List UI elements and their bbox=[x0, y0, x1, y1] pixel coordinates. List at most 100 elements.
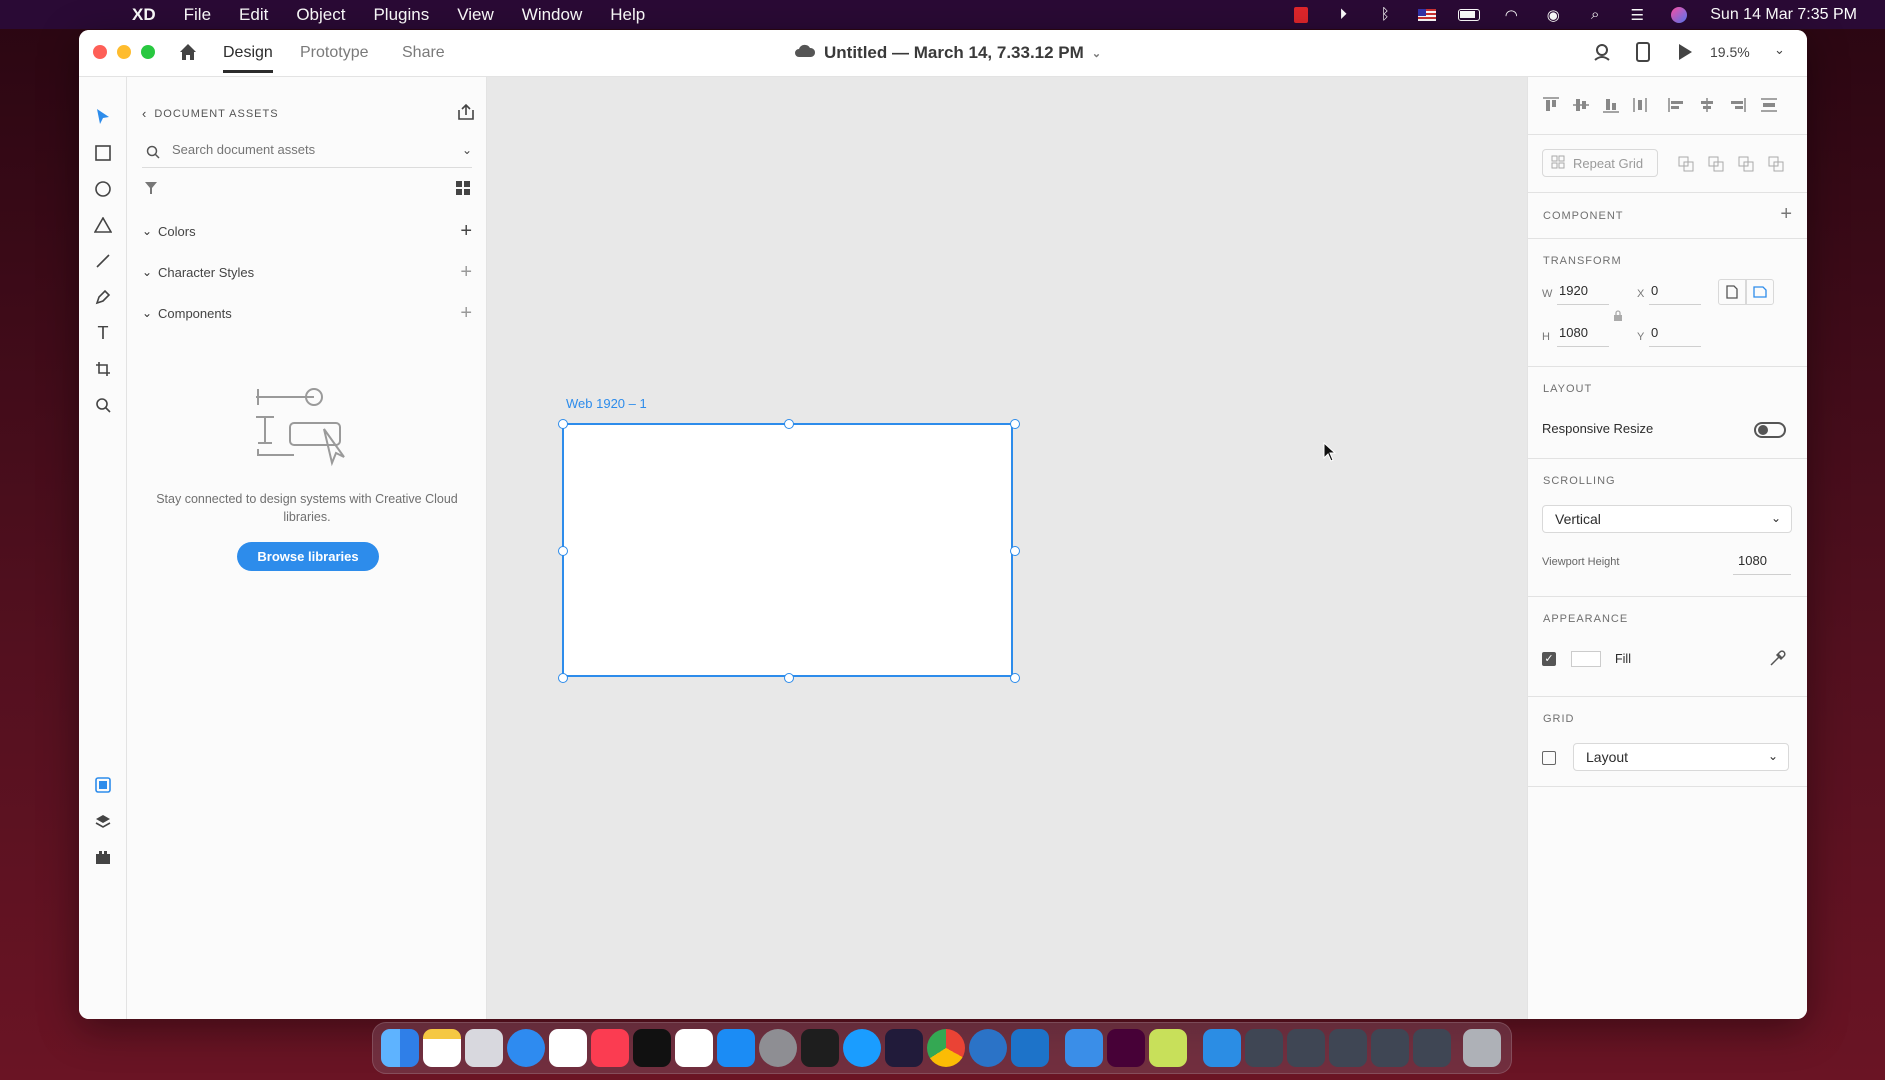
window-thumbnail-icon[interactable] bbox=[1413, 1029, 1451, 1067]
siri-icon[interactable] bbox=[1668, 6, 1690, 24]
play-circle-icon[interactable]: ⏵ bbox=[1332, 6, 1354, 24]
zoom-level[interactable]: 19.5% bbox=[1710, 44, 1750, 60]
search-field[interactable]: ⌄ bbox=[142, 140, 472, 168]
chrome-icon[interactable] bbox=[927, 1029, 965, 1067]
polygon-tool-icon[interactable] bbox=[91, 213, 115, 237]
design-canvas[interactable]: Web 1920 – 1 bbox=[487, 77, 1527, 1019]
artboard[interactable] bbox=[558, 419, 1020, 683]
grid-checkbox[interactable] bbox=[1542, 751, 1556, 765]
search-input[interactable] bbox=[172, 142, 432, 157]
document-assets-icon[interactable] bbox=[91, 773, 115, 797]
align-right-icon[interactable] bbox=[1728, 97, 1746, 116]
trash-icon[interactable] bbox=[1463, 1029, 1501, 1067]
text-tool-icon[interactable]: T bbox=[91, 321, 115, 345]
phpstorm-icon[interactable] bbox=[885, 1029, 923, 1067]
menu-object[interactable]: Object bbox=[296, 5, 345, 25]
flag-icon[interactable] bbox=[1416, 6, 1438, 24]
record-icon[interactable] bbox=[1290, 6, 1312, 24]
align-top-icon[interactable] bbox=[1542, 97, 1560, 116]
maximize-button[interactable] bbox=[141, 45, 155, 59]
minimize-button[interactable] bbox=[117, 45, 131, 59]
skype-icon[interactable] bbox=[843, 1029, 881, 1067]
safari-icon[interactable] bbox=[507, 1029, 545, 1067]
apple-tv-icon[interactable] bbox=[633, 1029, 671, 1067]
menu-clock[interactable]: Sun 14 Mar 7:35 PM bbox=[1710, 6, 1857, 24]
rectangle-tool-icon[interactable] bbox=[91, 141, 115, 165]
wifi-icon[interactable]: ◠ bbox=[1500, 6, 1522, 24]
user-circle-icon[interactable]: ◉ bbox=[1542, 6, 1564, 24]
app-store-icon[interactable] bbox=[717, 1029, 755, 1067]
back-chevron-icon[interactable]: ‹ bbox=[142, 106, 146, 121]
close-button[interactable] bbox=[93, 45, 107, 59]
resize-handle[interactable] bbox=[784, 419, 794, 429]
thunderbird-icon[interactable] bbox=[969, 1029, 1007, 1067]
resize-handle[interactable] bbox=[558, 546, 568, 556]
menu-window[interactable]: Window bbox=[522, 5, 582, 25]
menu-file[interactable]: File bbox=[184, 5, 211, 25]
menu-edit[interactable]: Edit bbox=[239, 5, 268, 25]
resize-handle[interactable] bbox=[558, 673, 568, 683]
align-left-icon[interactable] bbox=[1668, 97, 1686, 116]
search-icon[interactable]: ⌕ bbox=[1584, 6, 1606, 24]
boolean-add-icon[interactable] bbox=[1678, 156, 1694, 175]
line-tool-icon[interactable] bbox=[91, 249, 115, 273]
window-thumbnail-icon[interactable] bbox=[1371, 1029, 1409, 1067]
bluetooth-icon[interactable]: ᛒ bbox=[1374, 6, 1396, 24]
play-preview-icon[interactable] bbox=[1676, 42, 1694, 67]
fill-color-swatch[interactable] bbox=[1571, 651, 1601, 667]
boolean-exclude-icon[interactable] bbox=[1768, 156, 1784, 175]
notes-icon[interactable] bbox=[423, 1029, 461, 1067]
music-icon[interactable] bbox=[591, 1029, 629, 1067]
resize-handle[interactable] bbox=[784, 673, 794, 683]
battery-icon[interactable] bbox=[1458, 6, 1481, 24]
fill-checkbox[interactable]: ✓ bbox=[1542, 652, 1556, 666]
window-thumbnail-icon[interactable] bbox=[1329, 1029, 1367, 1067]
share-user-icon[interactable] bbox=[1592, 42, 1612, 67]
section-colors[interactable]: ⌄ Colors + bbox=[142, 220, 472, 243]
control-center-icon[interactable]: ☰ bbox=[1626, 6, 1648, 24]
adobe-xd-icon[interactable] bbox=[1107, 1029, 1145, 1067]
menu-app-name[interactable]: XD bbox=[132, 5, 156, 25]
menu-plugins[interactable]: Plugins bbox=[373, 5, 429, 25]
pen-tool-icon[interactable] bbox=[91, 285, 115, 309]
reminders-icon[interactable] bbox=[675, 1029, 713, 1067]
downloads-folder-icon[interactable] bbox=[1203, 1029, 1241, 1067]
artboard-label[interactable]: Web 1920 – 1 bbox=[566, 396, 647, 411]
system-preferences-icon[interactable] bbox=[759, 1029, 797, 1067]
add-color-icon[interactable]: + bbox=[460, 220, 472, 243]
resize-handle[interactable] bbox=[558, 419, 568, 429]
y-input[interactable]: 0 bbox=[1651, 325, 1658, 340]
section-components[interactable]: ⌄ Components + bbox=[142, 302, 472, 325]
vscode-icon[interactable] bbox=[1011, 1029, 1049, 1067]
add-component-icon[interactable]: + bbox=[1780, 203, 1792, 226]
add-component-icon[interactable]: + bbox=[460, 302, 472, 325]
plugins-icon[interactable] bbox=[91, 845, 115, 869]
distribute-vertical-icon[interactable] bbox=[1632, 97, 1648, 116]
terminal-icon[interactable] bbox=[801, 1029, 839, 1067]
search-options-chevron-icon[interactable]: ⌄ bbox=[462, 143, 472, 157]
launchpad-icon[interactable] bbox=[465, 1029, 503, 1067]
add-character-style-icon[interactable]: + bbox=[460, 261, 472, 284]
tab-prototype[interactable]: Prototype bbox=[300, 44, 368, 62]
menu-view[interactable]: View bbox=[457, 5, 494, 25]
home-icon[interactable] bbox=[177, 41, 199, 63]
boolean-intersect-icon[interactable] bbox=[1738, 156, 1754, 175]
x-input[interactable]: 0 bbox=[1651, 283, 1658, 298]
resize-handle[interactable] bbox=[1010, 546, 1020, 556]
height-input[interactable]: 1080 bbox=[1559, 325, 1588, 340]
ellipse-tool-icon[interactable] bbox=[91, 177, 115, 201]
mail-icon[interactable] bbox=[1065, 1029, 1103, 1067]
align-bottom-icon[interactable] bbox=[1602, 97, 1620, 116]
device-preview-icon[interactable] bbox=[1636, 42, 1650, 67]
calendar-icon[interactable] bbox=[549, 1029, 587, 1067]
resize-handle[interactable] bbox=[1010, 419, 1020, 429]
section-character-styles[interactable]: ⌄ Character Styles + bbox=[142, 261, 472, 284]
align-center-icon[interactable] bbox=[1698, 97, 1716, 116]
export-icon[interactable] bbox=[457, 103, 475, 126]
distribute-horizontal-icon[interactable] bbox=[1760, 97, 1778, 116]
tab-design[interactable]: Design bbox=[223, 44, 273, 73]
repeat-grid-button[interactable]: Repeat Grid bbox=[1542, 149, 1658, 177]
portrait-orientation-icon[interactable] bbox=[1718, 279, 1746, 305]
window-thumbnail-icon[interactable] bbox=[1245, 1029, 1283, 1067]
layers-icon[interactable] bbox=[91, 809, 115, 833]
